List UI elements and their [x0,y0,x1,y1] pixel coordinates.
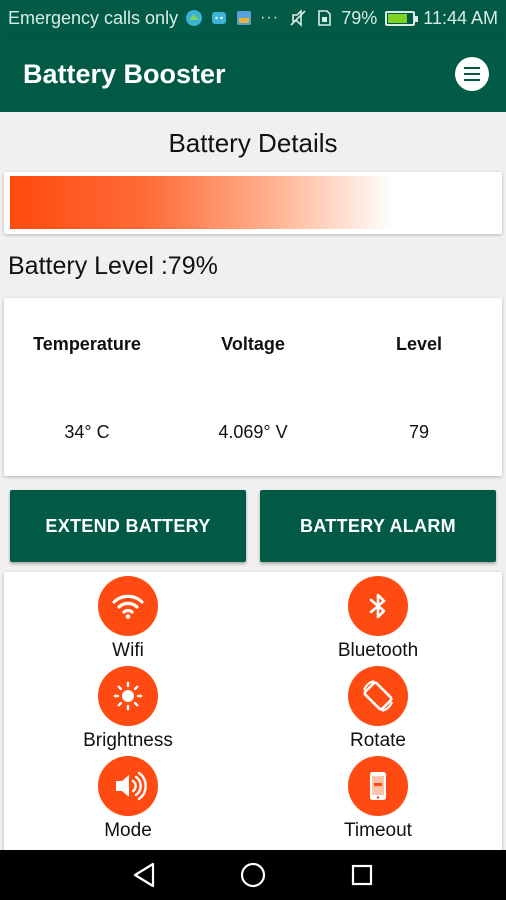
timeout-toggle[interactable]: Timeout [278,756,478,842]
battery-level-card [4,172,502,234]
level-header: Level [395,334,443,354]
bluetooth-icon [369,593,386,619]
clock-text: 11:44 AM [423,7,498,28]
wifi-label: Wifi [112,640,144,661]
recents-button[interactable] [342,855,382,895]
status-bar: Emergency calls only ··· 79% 11:44 AM [0,0,506,36]
bluetooth-button-circle [348,576,408,636]
mode-button-circle [98,756,158,816]
main-content: Battery Details Battery Level :79% Tempe… [0,112,506,852]
battery-level-track [10,176,496,229]
navigation-bar [0,850,506,900]
more-notifications-icon: ··· [260,9,280,26]
level-value: 79 [408,422,430,442]
battery-alarm-button[interactable]: BATTERY ALARM [260,490,496,562]
wifi-button-circle [98,576,158,636]
battery-charging-icon [385,10,419,26]
wifi-toggle[interactable]: Wifi [28,576,228,662]
recents-icon [351,864,372,886]
brightness-icon [113,681,143,711]
menu-icon [464,67,480,81]
app-notification-icon [185,9,203,27]
bluetooth-label: Bluetooth [337,640,419,661]
section-title: Battery Details [168,128,338,158]
android-notification-icon [210,9,228,27]
photo-notification-icon [235,9,253,27]
temperature-value: 34° C [64,422,110,442]
rotate-icon [362,679,394,713]
phone-timeout-icon [370,772,386,800]
rotate-label: Rotate [350,730,406,751]
back-button[interactable] [124,855,164,895]
back-icon [134,862,155,888]
menu-button[interactable] [455,57,489,91]
home-icon [240,862,266,888]
battery-details-card: Temperature Voltage Level 34° C 4.069° V… [4,298,502,476]
battery-level-fill [10,176,394,229]
voltage-header: Voltage [221,334,285,354]
home-button[interactable] [233,855,273,895]
brightness-label: Brightness [83,730,173,751]
mode-toggle[interactable]: Mode [28,756,228,842]
battery-level-text: Battery Level :79% [8,252,218,280]
mute-icon [289,9,307,27]
volume-icon [116,771,147,801]
temperature-header: Temperature [33,334,141,354]
rotate-button-circle [348,666,408,726]
carrier-text: Emergency calls only [8,7,179,28]
extend-battery-button[interactable]: EXTEND BATTERY [10,490,246,562]
battery-percent-text: 79% [341,7,378,28]
voltage-value: 4.069° V [218,422,288,442]
timeout-label: Timeout [344,820,412,841]
quick-toggles-card: Wifi Bluetooth Brightness Rotate Mode Ti… [4,572,502,852]
mode-label: Mode [104,820,152,841]
timeout-button-circle [348,756,408,816]
brightness-button-circle [98,666,158,726]
sim-card-icon [315,9,333,27]
app-title: Battery Booster [23,58,226,89]
brightness-toggle[interactable]: Brightness [28,666,228,752]
rotate-toggle[interactable]: Rotate [278,666,478,752]
wifi-icon [112,594,144,619]
bluetooth-toggle[interactable]: Bluetooth [278,576,478,662]
app-bar: Battery Booster [0,36,506,112]
